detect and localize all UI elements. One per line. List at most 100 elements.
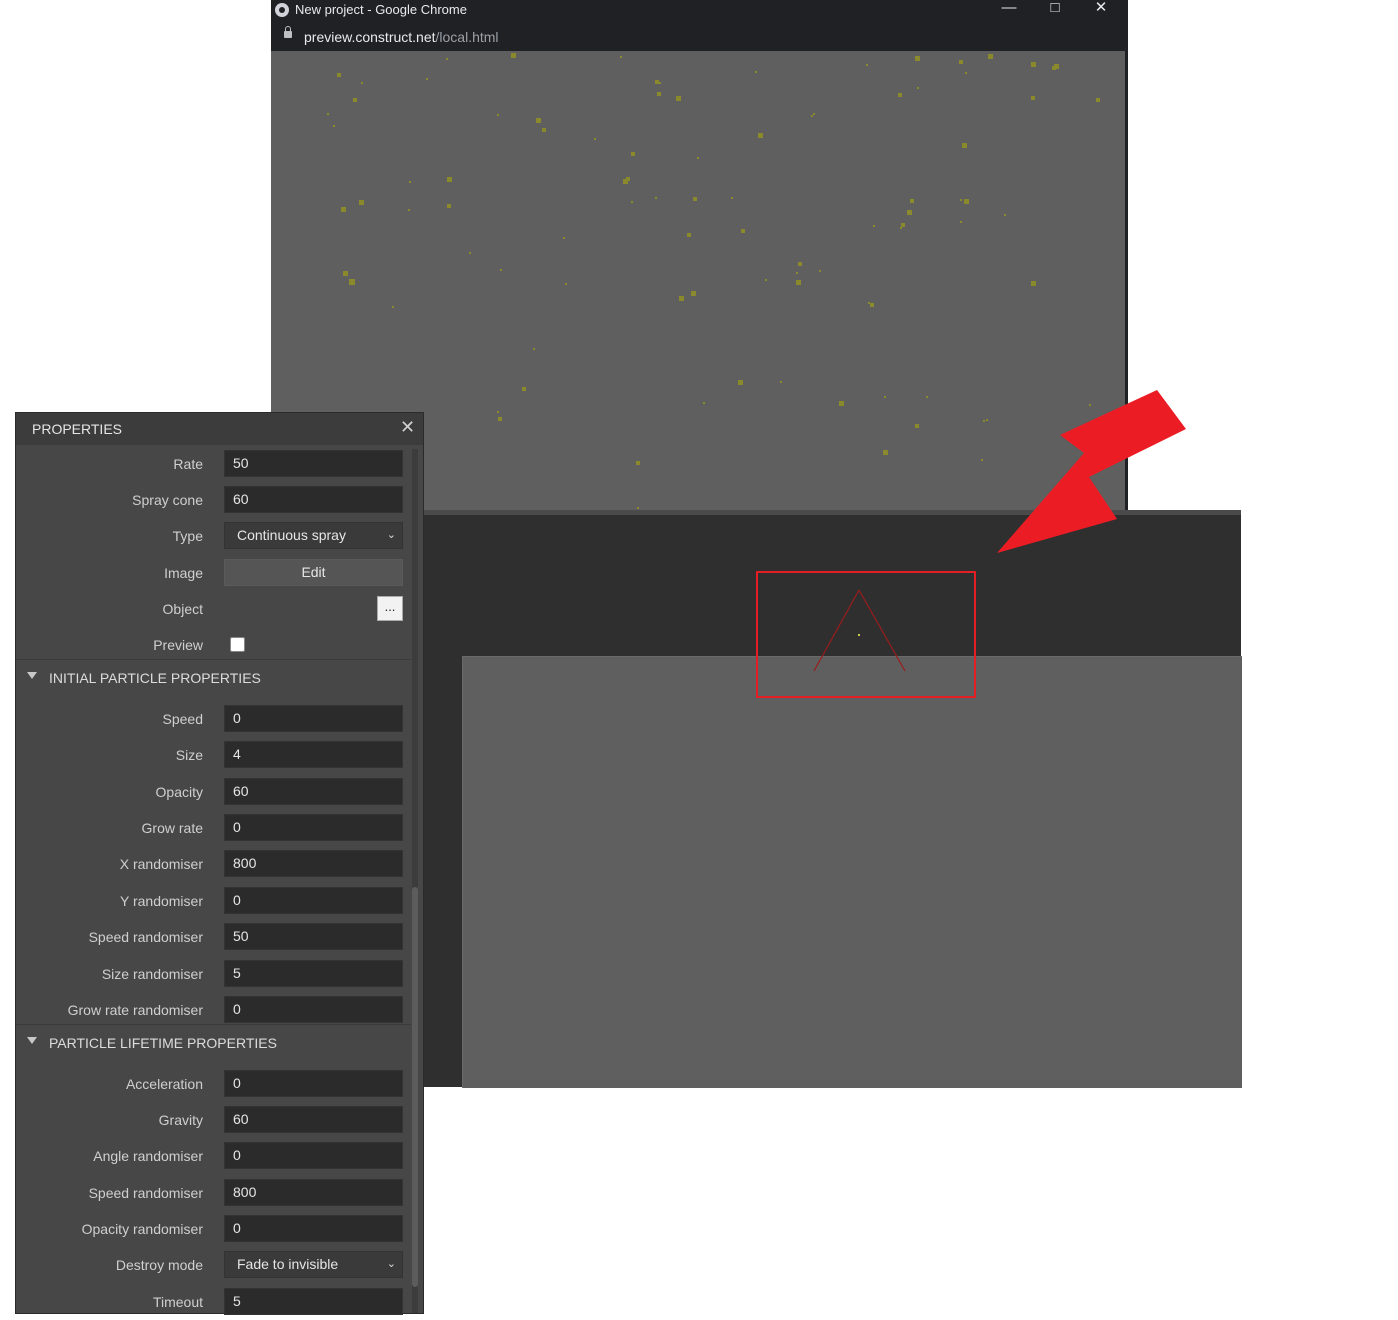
particle — [986, 419, 988, 421]
grow-rate-input[interactable]: 0 — [224, 814, 403, 841]
particle — [839, 401, 844, 406]
property-row-size: Size 4 — [16, 737, 411, 773]
property-label: X randomiser — [119, 856, 203, 872]
particle — [965, 72, 967, 74]
size-input[interactable]: 4 — [224, 741, 403, 768]
timeout-input[interactable]: 5 — [224, 1288, 403, 1315]
particle — [898, 93, 902, 97]
property-row-acceleration: Acceleration 0 — [16, 1066, 411, 1102]
particle — [359, 200, 364, 205]
object-picker-button[interactable]: ... — [377, 596, 403, 621]
property-row-type: Type Continuous spray ⌄ — [16, 518, 411, 554]
spray-cone-input[interactable]: 60 — [224, 486, 403, 513]
property-row-object: Object ... — [16, 591, 411, 627]
grow-rate-randomiser-input[interactable]: 0 — [224, 996, 403, 1023]
gravity-input[interactable]: 60 — [224, 1106, 403, 1133]
particle — [542, 128, 546, 132]
edit-image-button[interactable]: Edit — [224, 559, 403, 586]
opacity-randomiser-input[interactable]: 0 — [224, 1215, 403, 1242]
property-row-speed-randomiser: Speed randomiser 50 — [16, 919, 411, 955]
particle — [703, 402, 705, 404]
rate-input[interactable]: 50 — [224, 450, 403, 477]
url-host: preview.construct.net — [304, 29, 436, 45]
particle — [983, 420, 985, 422]
particle — [798, 262, 802, 266]
property-row-image: Image Edit — [16, 555, 411, 591]
particle — [361, 82, 363, 84]
property-label: Destroy mode — [115, 1257, 203, 1273]
section-title: PARTICLE LIFETIME PROPERTIES — [49, 1035, 277, 1051]
lifetime-speed-randomiser-input[interactable]: 800 — [224, 1179, 403, 1206]
particle — [333, 125, 335, 127]
property-row-preview: Preview — [16, 627, 411, 663]
particle — [866, 64, 868, 66]
scrollbar-thumb[interactable] — [412, 887, 418, 1287]
destroy-mode-select[interactable]: Fade to invisible ⌄ — [224, 1251, 403, 1278]
section-initial-particle-properties[interactable]: INITIAL PARTICLE PROPERTIES — [16, 659, 411, 696]
close-icon[interactable]: ✕ — [1079, 0, 1123, 22]
section-particle-lifetime-properties[interactable]: PARTICLE LIFETIME PROPERTIES — [16, 1024, 411, 1061]
property-label: Speed — [162, 711, 203, 727]
particle — [765, 279, 767, 281]
particle — [631, 152, 635, 156]
angle-randomiser-input[interactable]: 0 — [224, 1142, 403, 1169]
particle — [731, 197, 733, 199]
preview-checkbox[interactable] — [230, 637, 245, 652]
particle — [409, 181, 411, 183]
size-randomiser-input[interactable]: 5 — [224, 960, 403, 987]
property-label: Opacity randomiser — [81, 1221, 203, 1237]
particle — [637, 507, 639, 509]
particle — [1031, 62, 1036, 67]
particle — [917, 87, 919, 89]
particle — [349, 279, 355, 285]
particle — [655, 197, 657, 199]
properties-header: PROPERTIES ✕ — [16, 413, 423, 445]
opacity-input[interactable]: 60 — [224, 778, 403, 805]
property-label: Image — [164, 565, 203, 581]
collapse-triangle-icon[interactable] — [27, 1037, 37, 1044]
particle — [446, 58, 448, 60]
address-bar[interactable]: preview.construct.net/local.html — [271, 22, 1128, 51]
speed-randomiser-input[interactable]: 50 — [224, 923, 403, 950]
speed-input[interactable]: 0 — [224, 705, 403, 732]
particle — [511, 53, 516, 58]
property-label: Timeout — [152, 1294, 203, 1310]
type-select-value: Continuous spray — [237, 527, 346, 543]
particle — [408, 209, 410, 211]
maximize-icon[interactable]: □ — [1033, 0, 1077, 22]
close-icon[interactable]: ✕ — [400, 417, 415, 438]
particle — [780, 381, 782, 383]
property-row-opacity-randomiser: Opacity randomiser 0 — [16, 1211, 411, 1247]
type-select[interactable]: Continuous spray ⌄ — [224, 522, 403, 549]
minimize-icon[interactable]: — — [987, 0, 1031, 22]
particle — [392, 306, 394, 308]
lock-icon — [284, 26, 292, 38]
x-randomiser-input[interactable]: 800 — [224, 850, 403, 877]
url-text[interactable]: preview.construct.net/local.html — [304, 29, 499, 45]
particle — [959, 60, 963, 64]
particle — [962, 143, 967, 148]
highlight-box — [756, 571, 976, 698]
y-randomiser-input[interactable]: 0 — [224, 887, 403, 914]
property-label: Grow rate randomiser — [67, 1002, 203, 1018]
particle — [620, 56, 622, 58]
particle — [915, 56, 920, 61]
particle — [565, 283, 567, 285]
browser-titlebar: New project - Google Chrome — □ ✕ — [271, 0, 1128, 22]
particle — [1031, 281, 1036, 286]
property-label: Rate — [173, 456, 203, 472]
property-row-gravity: Gravity 60 — [16, 1102, 411, 1138]
particle — [873, 225, 875, 227]
property-label: Spray cone — [132, 492, 203, 508]
property-row-opacity: Opacity 60 — [16, 774, 411, 810]
construct-app-icon — [275, 3, 289, 17]
layout-area[interactable] — [462, 656, 1242, 1088]
acceleration-input[interactable]: 0 — [224, 1070, 403, 1097]
particle — [883, 450, 888, 455]
particle — [693, 197, 697, 201]
particle — [522, 387, 526, 391]
particle — [819, 270, 821, 272]
particle — [900, 227, 902, 229]
collapse-triangle-icon[interactable] — [27, 672, 37, 679]
particle — [563, 237, 565, 239]
